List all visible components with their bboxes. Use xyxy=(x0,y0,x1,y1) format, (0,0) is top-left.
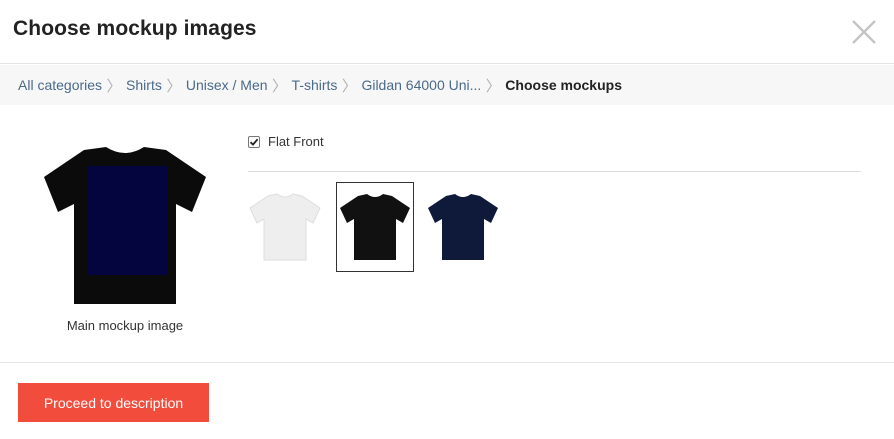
checkmark-icon xyxy=(249,138,259,146)
mockup-thumbnail-navy[interactable] xyxy=(424,182,502,272)
close-icon[interactable] xyxy=(850,18,878,46)
tshirt-black-icon xyxy=(340,194,410,260)
breadcrumb-separator-icon: 〉 xyxy=(106,77,122,95)
breadcrumb-product[interactable]: Gildan 64000 Uni... xyxy=(361,77,481,93)
proceed-to-description-button[interactable]: Proceed to description xyxy=(18,383,209,422)
flat-front-option[interactable]: Flat Front xyxy=(248,134,324,149)
dialog-title: Choose mockup images xyxy=(13,17,257,40)
breadcrumb: All categories 〉 Shirts 〉 Unisex / Men 〉… xyxy=(0,65,894,105)
footer-divider xyxy=(0,362,894,363)
flat-front-label: Flat Front xyxy=(268,134,324,149)
breadcrumb-t-shirts[interactable]: T-shirts xyxy=(292,77,338,93)
tshirt-white-icon xyxy=(249,193,321,261)
flat-front-checkbox[interactable] xyxy=(248,135,260,148)
breadcrumb-separator-icon: 〉 xyxy=(341,77,357,95)
mockup-thumbnail-black[interactable] xyxy=(336,182,414,272)
options-divider xyxy=(248,171,861,172)
main-mockup-image xyxy=(44,147,206,304)
breadcrumb-all-categories[interactable]: All categories xyxy=(18,77,102,93)
breadcrumb-separator-icon: 〉 xyxy=(485,77,501,95)
breadcrumb-unisex-men[interactable]: Unisex / Men xyxy=(186,77,268,93)
breadcrumb-shirts[interactable]: Shirts xyxy=(126,77,162,93)
breadcrumb-current: Choose mockups xyxy=(505,77,622,93)
breadcrumb-separator-icon: 〉 xyxy=(166,77,182,95)
dialog-header: Choose mockup images xyxy=(0,0,894,64)
print-area xyxy=(88,166,167,275)
tshirt-navy-icon xyxy=(428,194,498,260)
main-mockup-caption: Main mockup image xyxy=(66,318,184,333)
mockup-thumbnail-white[interactable] xyxy=(246,182,324,272)
breadcrumb-separator-icon: 〉 xyxy=(272,77,288,95)
